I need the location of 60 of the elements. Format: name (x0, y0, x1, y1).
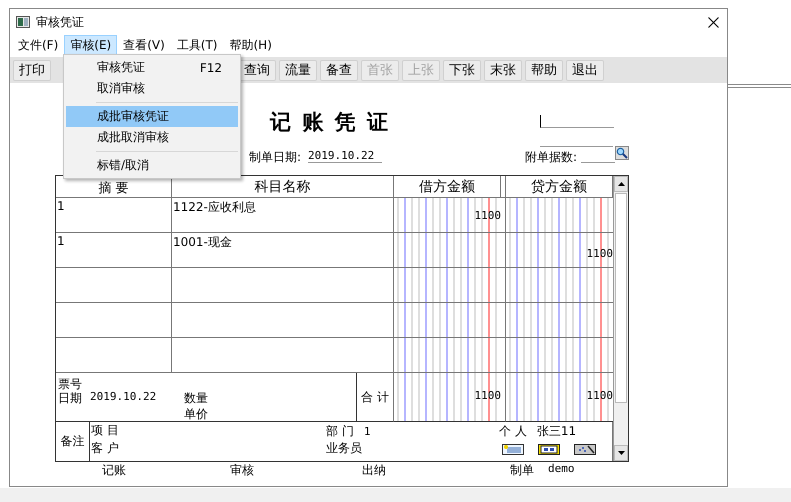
voucher-title: 记 账 凭 证 (270, 108, 390, 136)
date-label: 制单日期: (249, 149, 302, 166)
close-button[interactable] (705, 14, 721, 30)
attachments-label: 附单据数: (525, 149, 578, 166)
menu-option[interactable]: 成批取消审核 (66, 127, 238, 148)
footer-date: 2019.10.22 (90, 390, 158, 405)
menu-option[interactable]: 标错/取消 (66, 155, 238, 176)
scrollbar-thumb[interactable] (615, 193, 627, 403)
menu-item[interactable]: 查看(V) (117, 34, 171, 56)
date-label: 日期 (58, 390, 83, 406)
toolbar-button[interactable]: 打印 (13, 60, 51, 80)
signature-value: demo (548, 462, 574, 476)
signature-label: 记账 (102, 462, 126, 478)
project-label: 项 目 (91, 422, 120, 439)
remarks-label: 备注 (60, 433, 84, 450)
toolbar-button[interactable]: 查询 (238, 60, 276, 80)
up-arrow-icon (618, 182, 624, 186)
toolbar-button[interactable]: 下张 (443, 60, 481, 80)
scroll-up-button[interactable] (614, 176, 628, 192)
card-icon[interactable] (538, 444, 560, 455)
signature-label: 制单 (510, 462, 534, 478)
total-label: 合 计 (361, 388, 389, 406)
menu-option[interactable]: 取消审核 (66, 78, 238, 99)
person-label: 个 人 (499, 422, 527, 440)
search-icon (616, 147, 628, 159)
window-title: 审核凭证 (36, 14, 85, 30)
department-value: 1 (364, 424, 370, 438)
toolbar-button[interactable]: 退出 (566, 60, 604, 80)
menu-option[interactable]: 审核凭证 F12 (66, 57, 238, 78)
search-button[interactable] (615, 146, 629, 160)
toolbar-button[interactable]: 备查 (320, 60, 358, 80)
edit-icon[interactable] (574, 444, 596, 455)
table-cell: 1122-应收利息 (172, 198, 394, 233)
number-field[interactable] (540, 115, 614, 128)
menu-item[interactable]: 文件(F) (12, 34, 64, 56)
signature-label: 出纳 (362, 462, 386, 478)
menu-item[interactable]: 审核(E) (64, 34, 118, 56)
price-label: 单价 (184, 406, 209, 422)
date-field[interactable]: 2019.10.22 (308, 149, 382, 163)
signature-label: 审核 (230, 462, 254, 478)
note-icon[interactable] (502, 444, 524, 455)
toolbar-button[interactable]: 末张 (484, 60, 522, 80)
toolbar-button[interactable]: 帮助 (525, 60, 563, 80)
toolbar-button[interactable]: 流量 (279, 60, 317, 80)
table-cell: 1 (56, 198, 172, 233)
department-label: 部 门 (326, 422, 354, 440)
close-icon (708, 16, 718, 28)
ticket-label: 票号 (58, 376, 83, 390)
customer-label: 客 户 (91, 440, 120, 457)
quantity-label: 数量 (184, 390, 209, 406)
person-value: 张三11 (536, 422, 576, 440)
down-arrow-icon (618, 451, 624, 455)
app-icon (16, 16, 30, 28)
clerk-label: 业务员 (326, 440, 363, 457)
menu-item[interactable]: 帮助(H) (224, 34, 278, 56)
menu-option[interactable]: 成批审核凭证 (66, 106, 238, 127)
scroll-down-button[interactable] (614, 445, 628, 461)
menu-item[interactable]: 工具(T) (170, 34, 224, 56)
table-cell: 1 (56, 233, 172, 268)
table-cell: 1001-现金 (172, 233, 394, 268)
